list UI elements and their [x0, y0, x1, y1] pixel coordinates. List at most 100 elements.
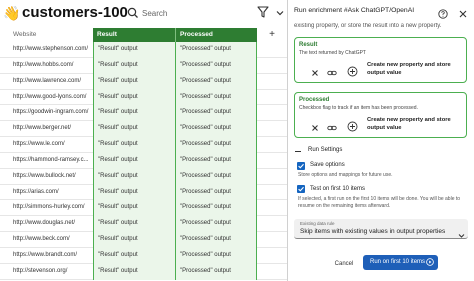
result-cell[interactable]: "Result" output [93, 232, 175, 248]
processed-cell[interactable]: "Processed" output [175, 121, 257, 138]
save-options-label: Save options [310, 162, 345, 168]
website-cell[interactable]: http://www.beck.com/ [0, 232, 93, 248]
processed-cell[interactable]: "Processed" output [175, 216, 257, 233]
website-cell[interactable]: https://www.le.com/ [0, 137, 93, 153]
search-box[interactable] [124, 4, 250, 22]
create-property-option[interactable]: Create new property and store output val… [367, 61, 467, 77]
table-row[interactable]: https://www.brandt.com/"Result" output "P… [0, 247, 287, 264]
website-cell[interactable]: https://arias.com/ [0, 185, 93, 201]
result-cell[interactable]: "Result" output [93, 168, 175, 185]
result-cell[interactable]: "Result" output [93, 73, 175, 90]
processed-cell[interactable]: "Processed" output [175, 232, 257, 248]
run-button[interactable]: Run on first 10 items [363, 255, 438, 270]
add-circle-icon[interactable] [347, 119, 358, 132]
enrichment-panel: Run enrichment #Ask ChatGPT/OpenAI exist… [287, 0, 474, 281]
table-row[interactable]: https://hammond-ramsey.c... "Result" outp… [0, 152, 287, 169]
result-cell[interactable]: "Result" output [93, 105, 175, 122]
result-cell[interactable]: "Result" output [93, 57, 175, 74]
website-cell[interactable]: https://www.brandt.com/ [0, 248, 93, 264]
table-row[interactable]: http://www.good-lyons.com/"Result" outpu… [0, 89, 287, 106]
chevron-down-icon[interactable] [274, 6, 286, 18]
result-cell[interactable]: "Result" output [93, 247, 175, 264]
result-cell[interactable]: "Result" output [93, 121, 175, 138]
add-circle-icon[interactable] [347, 64, 358, 77]
table-row[interactable]: http://www.stephenson.com/"Result" outpu… [0, 42, 287, 58]
processed-cell[interactable]: "Processed" output [175, 137, 257, 153]
result-cell[interactable]: "Result" output [93, 137, 175, 153]
table-row[interactable]: https://www.le.com/"Result" output "Proce… [0, 137, 287, 153]
website-cell[interactable]: http://stevenson.org/ [0, 264, 93, 280]
result-cell[interactable]: "Result" output [93, 216, 175, 233]
create-property-option[interactable]: Create new property and store output val… [367, 116, 467, 132]
processed-cell[interactable]: "Processed" output [175, 57, 257, 74]
top-bar: 👋 customers-100 [0, 0, 287, 26]
website-cell[interactable]: https://hammond-ramsey.c... [0, 153, 93, 169]
processed-cell[interactable]: "Processed" output [175, 42, 257, 58]
processed-cell[interactable]: "Processed" output [175, 247, 257, 264]
website-cell[interactable]: http://www.stephenson.com/ [0, 42, 93, 58]
result-property-card: Result The text returned by ChatGPT Crea… [294, 37, 467, 83]
add-column-button[interactable]: + [257, 28, 287, 42]
test-first-items-description: If selected, a first run on the first 10… [298, 196, 461, 209]
website-cell[interactable]: http://simmons-hurley.com/ [0, 200, 93, 216]
property-description: The text returned by ChatGPT [299, 50, 366, 56]
processed-cell[interactable]: "Processed" output [175, 89, 257, 106]
run-button-label: Run on first 10 items [370, 259, 426, 265]
column-header-processed[interactable]: Processed [175, 28, 257, 42]
table-row[interactable]: http://www.beck.com/"Result" output "Proc… [0, 232, 287, 248]
website-cell[interactable]: http://www.hobbs.com/ [0, 58, 93, 74]
result-cell[interactable]: "Result" output [93, 89, 175, 106]
close-icon[interactable] [458, 6, 468, 18]
table-row[interactable]: https://goodwin-ingram.com/"Result" outp… [0, 105, 287, 122]
cancel-button[interactable]: Cancel [330, 258, 358, 270]
table-row[interactable]: https://www.bullock.net/"Result" output "… [0, 168, 287, 185]
website-cell[interactable]: http://www.good-lyons.com/ [0, 90, 93, 106]
panel-description: existing property, or store the result i… [294, 23, 442, 29]
column-header-result[interactable]: Result [93, 28, 175, 42]
save-options-checkbox[interactable] [297, 162, 305, 170]
waving-hand-icon: 👋 [3, 5, 21, 21]
result-cell[interactable]: "Result" output [93, 184, 175, 201]
chevron-down-icon [458, 226, 465, 238]
table-row[interactable]: http://simmons-hurley.com/"Result" outpu… [0, 200, 287, 217]
search-input[interactable] [142, 5, 242, 21]
processed-cell[interactable]: "Processed" output [175, 73, 257, 90]
processed-cell[interactable]: "Processed" output [175, 105, 257, 122]
table-row[interactable]: http://stevenson.org/"Result" output "Pro… [0, 263, 287, 280]
result-cell[interactable]: "Result" output [93, 152, 175, 169]
table-row[interactable]: http://www.douglas.net/"Result" output "P… [0, 216, 287, 233]
processed-cell[interactable]: "Processed" output [175, 184, 257, 201]
column-header-website[interactable]: Website [0, 28, 93, 42]
result-cell[interactable]: "Result" output [93, 200, 175, 217]
close-icon[interactable] [310, 65, 320, 76]
filter-icon[interactable] [257, 5, 269, 19]
website-cell[interactable]: https://goodwin-ingram.com/ [0, 105, 93, 121]
result-cell[interactable]: "Result" output [93, 263, 175, 280]
processed-cell[interactable]: "Processed" output [175, 263, 257, 280]
website-cell[interactable]: http://www.berger.net/ [0, 121, 93, 137]
data-rule-caption: Existing data rule [300, 221, 335, 226]
document-title: customers-100 [22, 4, 128, 21]
table-row[interactable]: https://arias.com/"Result" output "Proces… [0, 184, 287, 201]
data-rule-select[interactable]: Existing data rule Skip items with exist… [294, 219, 468, 239]
link-icon[interactable] [327, 65, 337, 76]
help-icon[interactable] [438, 6, 448, 19]
table-row[interactable]: http://www.berger.net/"Result" output "Pr… [0, 121, 287, 138]
run-settings-toggle[interactable]: Run Settings [294, 147, 394, 157]
website-cell[interactable]: https://www.bullock.net/ [0, 169, 93, 185]
result-cell[interactable]: "Result" output [93, 42, 175, 58]
website-cell[interactable]: http://www.lawrence.com/ [0, 74, 93, 90]
website-cell[interactable]: http://www.douglas.net/ [0, 216, 93, 232]
test-first-items-checkbox[interactable] [297, 185, 305, 193]
table-row[interactable]: http://www.hobbs.com/"Result" output "Pro… [0, 57, 287, 74]
processed-cell[interactable]: "Processed" output [175, 200, 257, 217]
panel-title: Run enrichment #Ask ChatGPT/OpenAI [294, 7, 415, 14]
table-pane: 👋 customers-100 Website Result Proces [0, 0, 287, 281]
panel-footer: Cancel Run on first 10 items [288, 250, 474, 281]
processed-cell[interactable]: "Processed" output [175, 152, 257, 169]
close-icon[interactable] [310, 120, 320, 131]
processed-cell[interactable]: "Processed" output [175, 168, 257, 185]
property-name: Processed [299, 97, 330, 103]
link-icon[interactable] [327, 120, 337, 131]
table-row[interactable]: http://www.lawrence.com/"Result" output "… [0, 73, 287, 90]
